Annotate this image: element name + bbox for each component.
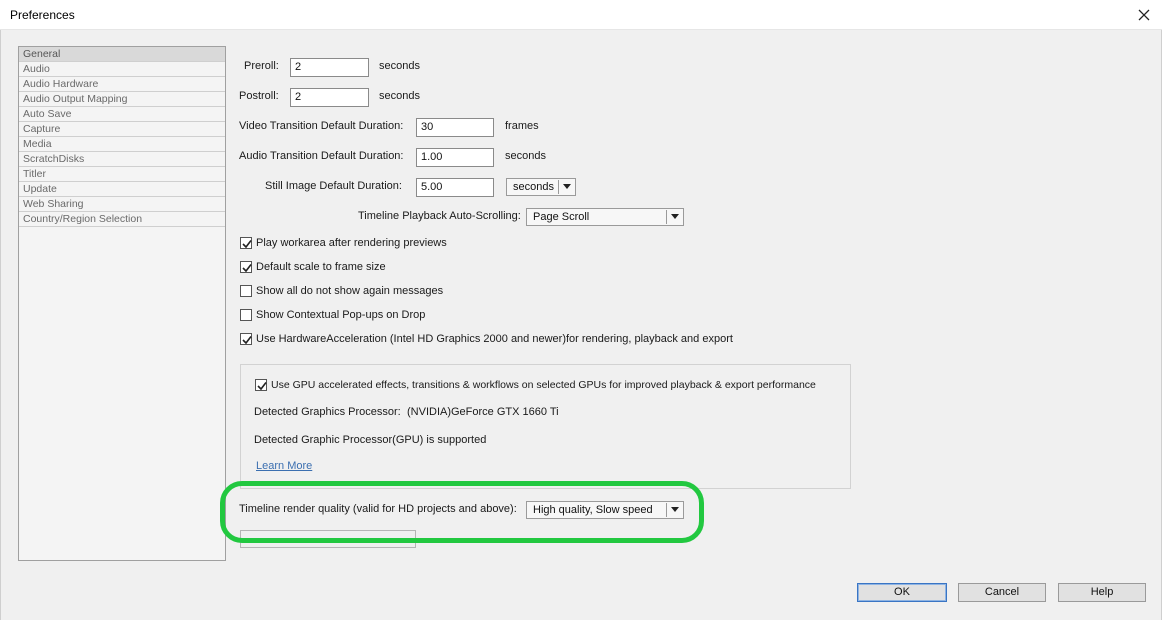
gpu-supported-text: Detected Graphic Processor(GPU) is suppo… <box>254 434 487 446</box>
still-image-label: Still Image Default Duration: <box>265 180 402 192</box>
audio-transition-unit: seconds <box>505 150 546 162</box>
audio-transition-input[interactable]: 1.00 <box>416 148 494 167</box>
default-scale-label: Default scale to frame size <box>256 261 386 273</box>
sidebar-item-country-region[interactable]: Country/Region Selection <box>19 212 225 227</box>
preroll-label: Preroll: <box>244 60 279 72</box>
sidebar-item-audio-output-mapping[interactable]: Audio Output Mapping <box>19 92 225 107</box>
auto-scroll-select[interactable]: Page Scroll <box>526 208 684 226</box>
chevron-down-icon <box>671 214 679 219</box>
gpu-effects-label: Use GPU accelerated effects, transitions… <box>271 379 816 391</box>
select-separator <box>558 180 559 194</box>
ok-button[interactable]: OK <box>857 583 947 602</box>
sidebar-item-general[interactable]: General <box>19 47 225 62</box>
sidebar-item-audio[interactable]: Audio <box>19 62 225 77</box>
close-icon[interactable] <box>1134 5 1154 25</box>
contextual-popups-checkbox[interactable] <box>240 309 252 321</box>
gpu-effects-checkbox[interactable] <box>255 379 267 391</box>
sidebar-item-media[interactable]: Media <box>19 137 225 152</box>
still-image-unit-value: seconds <box>513 181 554 193</box>
show-messages-label: Show all do not show again messages <box>256 285 444 297</box>
sidebar-item-update[interactable]: Update <box>19 182 225 197</box>
postroll-label: Postroll: <box>239 90 279 102</box>
video-transition-input[interactable]: 30 <box>416 118 494 137</box>
checkmark-icon <box>257 382 267 391</box>
auto-scroll-label: Timeline Playback Auto-Scrolling: <box>358 210 521 222</box>
video-transition-label: Video Transition Default Duration: <box>239 120 404 132</box>
auto-scroll-value: Page Scroll <box>533 211 590 223</box>
sidebar-item-scratchdisks[interactable]: ScratchDisks <box>19 152 225 167</box>
checkmark-icon <box>242 240 252 249</box>
learn-more-link[interactable]: Learn More <box>256 460 312 472</box>
sidebar-item-auto-save[interactable]: Auto Save <box>19 107 225 122</box>
contextual-popups-label: Show Contextual Pop-ups on Drop <box>256 309 426 321</box>
video-transition-unit: frames <box>505 120 539 132</box>
hardware-acceleration-label: Use HardwareAcceleration (Intel HD Graph… <box>256 333 733 345</box>
highlight-annotation <box>220 481 704 543</box>
hardware-acceleration-checkbox[interactable] <box>240 333 252 345</box>
postroll-unit: seconds <box>379 90 420 102</box>
sidebar-item-capture[interactable]: Capture <box>19 122 225 137</box>
preroll-unit: seconds <box>379 60 420 72</box>
select-separator <box>666 210 667 224</box>
title-bar: Preferences <box>0 0 1162 30</box>
detected-gpu-label: Detected Graphics Processor: <box>254 406 401 418</box>
audio-transition-label: Audio Transition Default Duration: <box>239 150 404 162</box>
sidebar-item-titler[interactable]: Titler <box>19 167 225 182</box>
preroll-input[interactable]: 2 <box>290 58 369 77</box>
still-image-input[interactable]: 5.00 <box>416 178 494 197</box>
sidebar-item-audio-hardware[interactable]: Audio Hardware <box>19 77 225 92</box>
postroll-input[interactable]: 2 <box>290 88 369 107</box>
sidebar-item-web-sharing[interactable]: Web Sharing <box>19 197 225 212</box>
play-workarea-label: Play workarea after rendering previews <box>256 237 447 249</box>
still-image-unit-select[interactable]: seconds <box>506 178 576 196</box>
play-workarea-checkbox[interactable] <box>240 237 252 249</box>
detected-gpu-value: (NVIDIA)GeForce GTX 1660 Ti <box>407 406 559 418</box>
checkmark-icon <box>242 336 252 345</box>
help-button[interactable]: Help <box>1058 583 1146 602</box>
show-messages-checkbox[interactable] <box>240 285 252 297</box>
window-title: Preferences <box>10 8 75 22</box>
checkmark-icon <box>242 264 252 273</box>
category-list: General Audio Audio Hardware Audio Outpu… <box>18 46 226 561</box>
cancel-button[interactable]: Cancel <box>958 583 1046 602</box>
chevron-down-icon <box>563 184 571 189</box>
default-scale-checkbox[interactable] <box>240 261 252 273</box>
